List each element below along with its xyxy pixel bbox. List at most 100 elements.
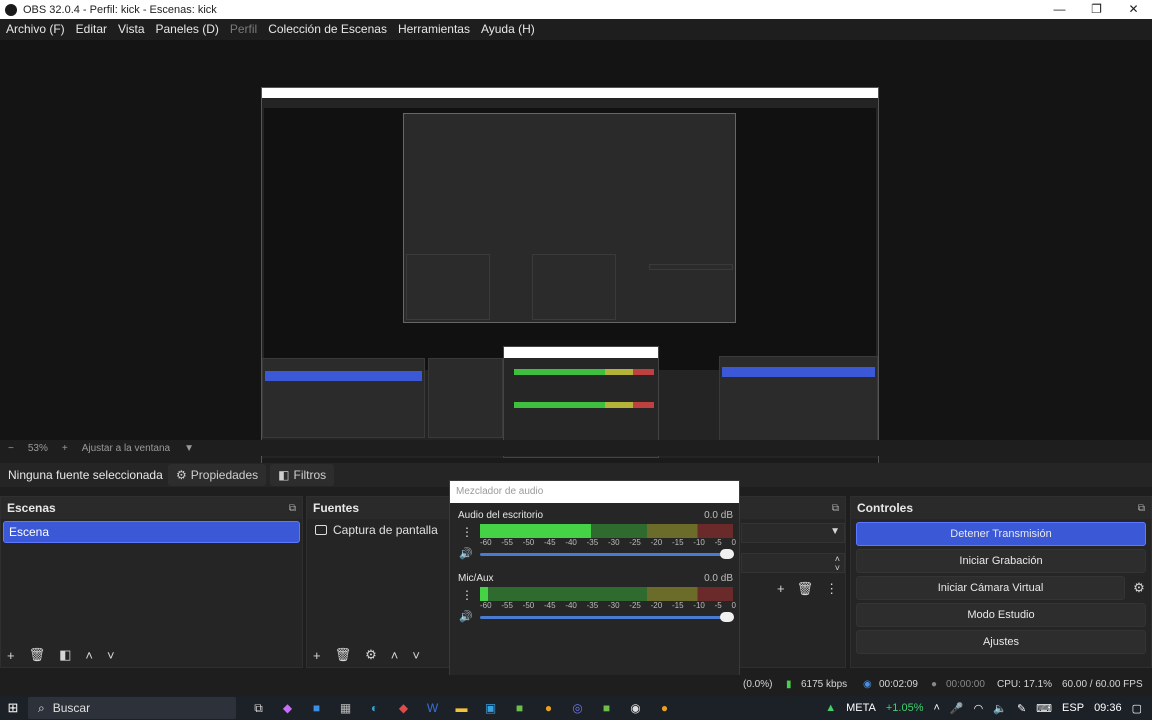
meter-tick-label: -15 — [671, 538, 684, 547]
nested-controls-dock — [719, 356, 878, 442]
menu-coleccion-escenas[interactable]: Colección de Escenas — [268, 22, 387, 36]
zoom-out-button[interactable]: − — [8, 443, 14, 454]
clock[interactable]: 09:36 — [1094, 702, 1122, 714]
duration-spinbox[interactable]: ˄ ˅ — [741, 553, 845, 573]
volume-slider[interactable] — [480, 549, 734, 559]
menu-perfil[interactable]: Perfil — [230, 22, 257, 36]
folder-icon[interactable]: ▬ — [447, 701, 476, 716]
gear-icon[interactable]: ⚙ — [365, 647, 377, 663]
nested-menu-bar — [262, 98, 878, 107]
close-button[interactable]: ✕ — [1115, 0, 1152, 19]
preview-canvas[interactable] — [0, 40, 1152, 473]
meter-tick-label: -40 — [565, 601, 577, 610]
menu-archivo[interactable]: Archivo (F) — [6, 22, 65, 36]
undock-icon[interactable]: ⧉ — [832, 503, 839, 514]
discord-icon[interactable]: ◎ — [563, 701, 592, 716]
notifications-icon[interactable]: ▢ — [1132, 702, 1142, 715]
speaker-icon[interactable]: 🔈 — [993, 702, 1007, 715]
meter-tick-label: -10 — [693, 601, 705, 610]
volume-slider-handle[interactable] — [720, 612, 734, 622]
volume-slider-handle[interactable] — [720, 549, 734, 559]
chevron-up-icon[interactable]: ˄ — [391, 648, 399, 663]
obs-icon[interactable]: ◉ — [621, 701, 650, 716]
language[interactable]: ESP — [1062, 702, 1084, 714]
nested-inner-scenes — [406, 254, 490, 320]
meter-tick-label: -55 — [501, 538, 513, 547]
start-recording-button[interactable]: Iniciar Grabación — [856, 549, 1146, 573]
kebab-menu-icon[interactable]: ⋮ — [825, 581, 838, 597]
pen-icon[interactable]: ✎ — [1017, 702, 1026, 715]
undock-icon[interactable]: ⧉ — [289, 503, 296, 514]
monitor-icon — [315, 525, 327, 535]
menu-paneles[interactable]: Paneles (D) — [156, 22, 219, 36]
minecraft-icon[interactable]: ■ — [592, 701, 621, 716]
copilot-icon[interactable]: ◆ — [273, 701, 302, 716]
window-controls: — ❐ ✕ — [1041, 0, 1152, 19]
audio-mixer-title: Mezclador de audio — [450, 481, 739, 503]
menu-vista[interactable]: Vista — [118, 22, 144, 36]
chevron-up-icon[interactable]: ˄ — [85, 648, 93, 663]
undock-icon[interactable]: ⧉ — [1138, 503, 1145, 514]
add-transition-icon[interactable]: + — [777, 581, 785, 597]
nested-inner-capture — [403, 113, 736, 323]
menu-bar: Archivo (F) Editar Vista Paneles (D) Per… — [0, 19, 1152, 39]
trash-icon[interactable]: 🗑 — [335, 647, 352, 663]
menu-ayuda[interactable]: Ayuda (H) — [481, 22, 535, 36]
windows-start-icon[interactable]: ⊞ — [0, 700, 26, 716]
app-icon[interactable]: ◆ — [389, 701, 418, 716]
fit-to-window-button[interactable]: Ajustar a la ventana — [82, 443, 170, 454]
calculator-icon[interactable]: ▦ — [331, 701, 360, 716]
signal-icon: ▮ — [786, 679, 792, 690]
properties-label: Propiedades — [190, 468, 259, 482]
gear-icon[interactable]: ⚙ — [1127, 580, 1151, 596]
meter-tick-label: -45 — [543, 601, 556, 610]
store-icon[interactable]: ▣ — [476, 701, 505, 716]
speaker-icon[interactable]: 🔊 — [459, 610, 473, 623]
chevron-down-icon[interactable]: ˅ — [412, 648, 420, 663]
zoom-in-button[interactable]: + — [62, 443, 68, 454]
task-view-icon[interactable]: ⧉ — [244, 701, 273, 716]
nested-sources-dock — [428, 358, 503, 438]
source-label: Captura de pantalla — [333, 523, 438, 537]
filter-icon: ◧ — [278, 468, 290, 482]
minecraft-icon[interactable]: ■ — [505, 701, 534, 716]
volume-slider[interactable] — [480, 612, 734, 622]
filter-icon[interactable]: ◧ — [59, 647, 71, 663]
kebab-menu-icon[interactable]: ⋮ — [461, 525, 473, 539]
chevron-up-icon[interactable]: ˄ — [933, 702, 939, 714]
add-scene-icon[interactable]: + — [7, 648, 15, 663]
chevron-down-icon[interactable]: ▼ — [184, 443, 194, 454]
speaker-icon[interactable]: 🔊 — [459, 547, 473, 560]
menu-editar[interactable]: Editar — [76, 22, 107, 36]
nested-title-bar — [262, 88, 878, 98]
transition-select[interactable]: ▼ — [741, 523, 845, 543]
stock-ticker[interactable]: META — [846, 702, 876, 714]
keyboard-icon[interactable]: ⌨ — [1036, 702, 1052, 715]
wifi-icon[interactable]: ◠ — [974, 702, 984, 715]
start-virtual-camera-button[interactable]: Iniciar Cámara Virtual — [856, 576, 1125, 600]
kebab-menu-icon[interactable]: ⋮ — [461, 588, 473, 602]
filters-button[interactable]: ◧ Filtros — [270, 464, 335, 486]
edge-icon[interactable]: ◐ — [360, 701, 389, 716]
scene-item[interactable]: Escena — [3, 521, 300, 543]
word-icon[interactable]: W — [418, 701, 447, 716]
app-icon[interactable]: ■ — [302, 701, 331, 716]
properties-button[interactable]: ⚙ Propiedades — [168, 464, 267, 486]
settings-button[interactable]: Ajustes — [856, 630, 1146, 654]
chrome-icon[interactable]: ● — [650, 701, 679, 716]
meter-tick-label: -10 — [693, 538, 705, 547]
mic-icon[interactable]: 🎤 — [950, 702, 964, 715]
trash-icon[interactable]: 🗑 — [29, 647, 46, 663]
window-title: OBS 32.0.4 - Perfil: kick - Escenas: kic… — [23, 3, 217, 16]
meter-level-right — [480, 594, 488, 601]
add-source-icon[interactable]: + — [313, 648, 321, 663]
studio-mode-button[interactable]: Modo Estudio — [856, 603, 1146, 627]
minimize-button[interactable]: — — [1041, 0, 1078, 19]
chevron-down-icon[interactable]: ˅ — [107, 648, 115, 663]
taskbar-search[interactable]: ⌕ Buscar — [28, 697, 236, 719]
trash-icon[interactable]: 🗑 — [797, 581, 814, 597]
chrome-icon[interactable]: ● — [534, 701, 563, 716]
maximize-button[interactable]: ❐ — [1078, 0, 1115, 19]
menu-herramientas[interactable]: Herramientas — [398, 22, 470, 36]
stop-streaming-button[interactable]: Detener Transmisión — [856, 522, 1146, 546]
